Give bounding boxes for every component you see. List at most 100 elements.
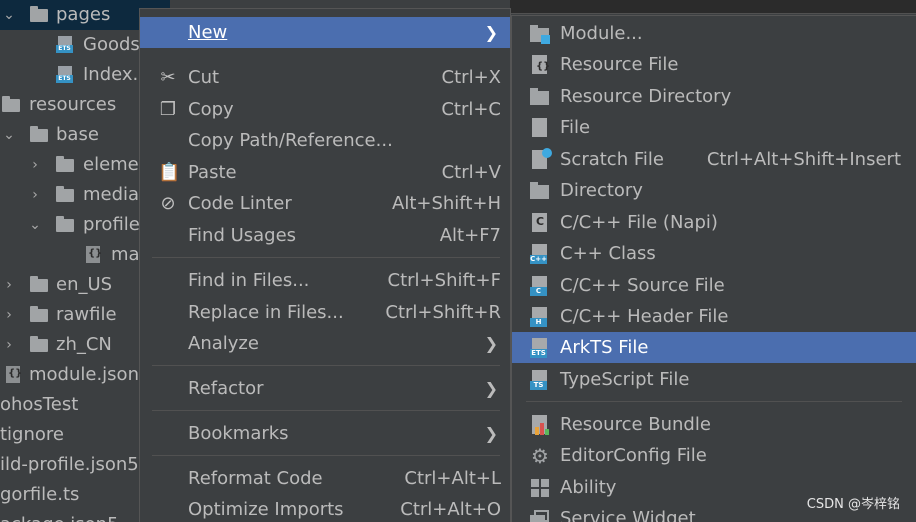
menu-item-label: Find Usages <box>188 225 297 246</box>
menu-item-label: Copy Path/Reference... <box>188 130 393 151</box>
menu-item-optimize-imports[interactable]: Optimize Imports Ctrl+Alt+O <box>140 494 510 522</box>
file-icon <box>530 118 550 138</box>
submenu-item-cpp-class[interactable]: C++ C++ Class <box>512 238 916 269</box>
chevron-down-icon[interactable]: ⌄ <box>2 120 16 150</box>
menu-item-analyze[interactable]: Analyze ❯ <box>140 328 510 359</box>
menu-item-cut[interactable]: ✂ Cut Ctrl+X <box>140 62 510 93</box>
c-file-icon: C <box>530 213 550 233</box>
submenu-item-label: C++ Class <box>560 243 656 264</box>
tree-item-label: ohosTest <box>0 394 79 415</box>
folder-icon <box>530 87 550 107</box>
menu-item-paste[interactable]: 📋 Paste Ctrl+V <box>140 157 510 188</box>
submenu-item-label: Module... <box>560 23 643 44</box>
submenu-item-shortcut: Ctrl+Alt+Shift+Insert <box>706 149 901 170</box>
paste-icon: 📋 <box>158 162 181 183</box>
folder-icon <box>30 126 48 143</box>
submenu-item-label: TypeScript File <box>560 369 690 390</box>
menu-separator <box>152 257 500 258</box>
submenu-item-arkts-file[interactable]: ETS ArkTS File <box>512 332 916 363</box>
widget-icon <box>530 509 550 522</box>
tree-item-label: resources <box>29 94 117 115</box>
tree-item-label: ild-profile.json5 <box>0 454 139 475</box>
menu-item-label: Optimize Imports <box>188 499 344 520</box>
json-file-icon <box>84 246 102 263</box>
tree-item-label: gorfile.ts <box>0 484 80 505</box>
submenu-item-label: Service Widget <box>560 508 696 522</box>
new-submenu: Module... {} Resource File Resource Dire… <box>511 15 916 522</box>
tree-item-label: ackage.json5 <box>0 510 119 522</box>
menu-item-refactor[interactable]: Refactor ❯ <box>140 373 510 404</box>
gear-icon: ⚙ <box>531 444 549 468</box>
submenu-item-label: File <box>560 117 591 138</box>
submenu-item-module[interactable]: Module... <box>512 18 916 49</box>
menu-item-find-usages[interactable]: Find Usages Alt+F7 <box>140 220 510 251</box>
menu-item-reformat-code[interactable]: Reformat Code Ctrl+Alt+L <box>140 463 510 494</box>
tree-item-label: ma <box>111 244 140 265</box>
menu-item-find-in-files[interactable]: Find in Files... Ctrl+Shift+F <box>140 265 510 296</box>
menu-item-shortcut: Ctrl+C <box>441 99 501 120</box>
submenu-item-label: Resource Directory <box>560 86 732 107</box>
c-header-icon: H <box>530 307 550 327</box>
menu-separator <box>152 455 500 456</box>
menu-item-label: Replace in Files... <box>188 302 344 323</box>
menu-item-label: Copy <box>188 99 234 120</box>
submenu-item-c-file-napi[interactable]: C C/C++ File (Napi) <box>512 207 916 238</box>
folder-icon <box>30 6 48 23</box>
menu-item-shortcut: Ctrl+Shift+R <box>385 302 501 323</box>
chevron-right-icon[interactable]: › <box>28 150 42 180</box>
submenu-item-label: Ability <box>560 477 617 498</box>
folder-icon <box>30 336 48 353</box>
resource-bundle-icon <box>530 415 550 435</box>
submenu-item-resource-directory[interactable]: Resource Directory <box>512 81 916 112</box>
submenu-item-c-source-file[interactable]: C C/C++ Source File <box>512 270 916 301</box>
submenu-item-c-header-file[interactable]: H C/C++ Header File <box>512 301 916 332</box>
menu-item-new[interactable]: New ❯ <box>140 17 510 48</box>
menu-item-shortcut: Alt+F7 <box>439 225 501 246</box>
ets-file-icon: ETS <box>56 66 74 83</box>
tree-item-label: profile <box>83 214 140 235</box>
menu-item-label: Find in Files... <box>188 270 310 291</box>
watermark: CSDN @岑梓铭 <box>806 497 900 512</box>
submenu-item-label: Scratch File <box>560 149 664 170</box>
folder-icon <box>56 156 74 173</box>
menu-item-bookmarks[interactable]: Bookmarks ❯ <box>140 418 510 449</box>
menu-separator <box>526 401 902 402</box>
chevron-right-icon[interactable]: › <box>2 300 16 330</box>
ets-file-icon: ETS <box>56 36 74 53</box>
chevron-right-icon[interactable]: › <box>28 180 42 210</box>
cpp-class-icon: C++ <box>530 244 550 264</box>
chevron-right-icon[interactable]: › <box>2 270 16 300</box>
submenu-item-file[interactable]: File <box>512 112 916 143</box>
menu-item-label: Cut <box>188 67 220 88</box>
menu-separator <box>152 410 500 411</box>
menu-item-shortcut: Ctrl+Alt+L <box>404 468 501 489</box>
c-source-icon: C <box>530 276 550 296</box>
tree-item-label: base <box>56 124 99 145</box>
folder-icon <box>2 96 20 113</box>
submenu-item-label: C/C++ Header File <box>560 306 729 327</box>
submenu-item-label: ArkTS File <box>560 337 649 358</box>
menu-item-shortcut: Alt+Shift+H <box>392 193 501 214</box>
menu-item-label: Reformat Code <box>188 468 323 489</box>
submenu-item-scratch-file[interactable]: Scratch File Ctrl+Alt+Shift+Insert <box>512 144 916 175</box>
submenu-item-resource-bundle[interactable]: Resource Bundle <box>512 409 916 440</box>
context-menu: New ❯ ✂ Cut Ctrl+X ❐ Copy Ctrl+C Copy Pa… <box>139 8 511 522</box>
menu-item-code-linter[interactable]: ⊘ Code Linter Alt+Shift+H <box>140 188 510 219</box>
chevron-right-icon[interactable]: › <box>2 330 16 360</box>
chevron-right-icon: ❯ <box>484 334 498 353</box>
submenu-item-editorconfig-file[interactable]: ⚙ EditorConfig File <box>512 440 916 471</box>
menu-item-replace-in-files[interactable]: Replace in Files... Ctrl+Shift+R <box>140 297 510 328</box>
chevron-down-icon[interactable]: ⌄ <box>28 210 42 240</box>
folder-icon <box>56 216 74 233</box>
menu-item-label: Paste <box>188 162 237 183</box>
menu-item-copy[interactable]: ❐ Copy Ctrl+C <box>140 94 510 125</box>
menu-item-copy-path[interactable]: Copy Path/Reference... <box>140 125 510 156</box>
submenu-item-directory[interactable]: Directory <box>512 175 916 206</box>
submenu-item-label: Resource File <box>560 54 679 75</box>
menu-item-label: Analyze <box>188 333 259 354</box>
submenu-item-resource-file[interactable]: {} Resource File <box>512 49 916 80</box>
menu-item-shortcut: Ctrl+Shift+F <box>387 270 501 291</box>
submenu-item-typescript-file[interactable]: TS TypeScript File <box>512 364 916 395</box>
json-file-icon <box>4 366 22 383</box>
chevron-down-icon[interactable]: ⌄ <box>2 0 16 30</box>
